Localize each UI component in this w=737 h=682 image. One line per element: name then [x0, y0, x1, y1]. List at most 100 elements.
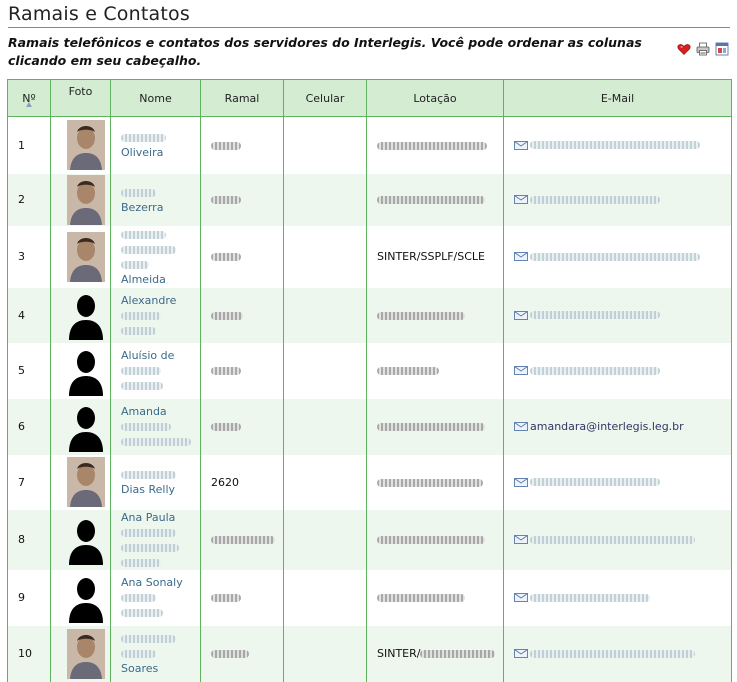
name-line[interactable]: Oliveira [121, 145, 200, 160]
redacted-text [530, 141, 700, 150]
name-line[interactable] [121, 242, 200, 257]
row-number: 9 [18, 591, 25, 604]
avatar [66, 120, 105, 171]
print-icon[interactable] [696, 42, 710, 56]
column-header-nome[interactable]: Nome [110, 79, 201, 117]
cell-celular [283, 569, 367, 626]
name-line[interactable]: Dias Relly [121, 482, 200, 497]
email-link[interactable] [514, 195, 731, 204]
favorite-icon[interactable] [677, 42, 691, 56]
cell-foto [50, 225, 111, 288]
row-number: 3 [18, 250, 25, 263]
redacted-text [121, 382, 163, 390]
table-row: 2 Bezerra [7, 173, 732, 226]
column-header-celular[interactable]: Celular [283, 79, 367, 117]
email-link[interactable] [514, 535, 731, 544]
fullscreen-icon[interactable] [715, 42, 729, 56]
cell-celular [283, 509, 367, 570]
cell-ramal [200, 398, 284, 455]
avatar-silhouette [68, 519, 103, 565]
email-link[interactable] [514, 252, 731, 261]
name-line[interactable] [121, 631, 200, 646]
redacted-text [211, 367, 241, 375]
name-line[interactable] [121, 590, 200, 605]
name-line[interactable] [121, 467, 200, 482]
name-line[interactable] [121, 130, 200, 145]
name-line[interactable]: Ana Paula [121, 510, 200, 525]
mail-icon [514, 195, 528, 204]
name-line[interactable] [121, 605, 200, 620]
cell-email [503, 116, 732, 174]
name-line[interactable] [121, 185, 200, 200]
name-line[interactable] [121, 257, 200, 272]
name-line[interactable] [121, 323, 200, 338]
row-number: 2 [18, 193, 25, 206]
mail-icon [514, 366, 528, 375]
redacted-text [377, 536, 485, 544]
redacted-text [377, 367, 439, 375]
redacted-text [530, 593, 650, 602]
name-line[interactable] [121, 308, 200, 323]
cell-foto [50, 509, 111, 570]
name-line[interactable]: Ana Sonaly [121, 575, 200, 590]
contacts-table: Nº Foto Nome Ramal Celular Lotação E-Mai… [7, 79, 732, 682]
mail-icon [514, 535, 528, 544]
cell-email [503, 287, 732, 343]
redacted-text [211, 311, 243, 320]
avatar [66, 457, 105, 507]
cell-nome: Oliveira [110, 116, 201, 174]
name-line[interactable] [121, 419, 200, 434]
redacted-text [530, 252, 700, 261]
redacted-text [211, 196, 241, 204]
cell-nome: Ana Paula [110, 509, 201, 570]
cell-foto [50, 569, 111, 626]
column-header-foto[interactable]: Foto [50, 79, 111, 117]
cell-foto [50, 116, 111, 174]
email-link[interactable] [514, 593, 731, 602]
email-link[interactable] [514, 649, 731, 658]
name-line[interactable]: Amanda [121, 404, 200, 419]
name-line[interactable] [121, 378, 200, 393]
page: Ramais e Contatos Ramais telefônicos e c… [0, 0, 737, 682]
name-line[interactable] [121, 540, 200, 555]
cell-nome: Amanda [110, 398, 201, 455]
header-row: Nº Foto Nome Ramal Celular Lotação E-Mai… [7, 79, 732, 117]
column-header-lotacao[interactable]: Lotação [366, 79, 504, 117]
email-link[interactable]: amandara@interlegis.leg.br [514, 420, 731, 433]
cell-celular [283, 454, 367, 510]
mail-icon [514, 649, 528, 658]
redacted-text [121, 245, 176, 254]
cell-num: 4 [7, 287, 51, 343]
cell-email [503, 173, 732, 226]
email-link[interactable] [514, 140, 731, 150]
avatar-silhouette [68, 295, 103, 340]
document-actions [677, 42, 729, 56]
name-line[interactable] [121, 227, 200, 242]
page-description: Ramais telefônicos e contatos dos servid… [8, 35, 642, 68]
name-line[interactable] [121, 363, 200, 378]
redacted-text [121, 367, 161, 375]
cell-lotacao [366, 454, 504, 510]
mail-icon [514, 477, 528, 487]
column-header-num[interactable]: Nº [7, 79, 51, 117]
redacted-text [377, 311, 465, 320]
name-line[interactable]: Bezerra [121, 200, 200, 215]
mail-icon [514, 252, 528, 261]
email-text[interactable]: amandara@interlegis.leg.br [530, 420, 684, 433]
email-link[interactable] [514, 477, 731, 487]
name-line[interactable]: Aluísio de [121, 348, 200, 363]
name-line[interactable] [121, 646, 200, 661]
name-line[interactable]: Almeida [121, 272, 200, 287]
column-header-email[interactable]: E-Mail [503, 79, 732, 117]
column-header-ramal[interactable]: Ramal [200, 79, 284, 117]
redacted-text [530, 649, 695, 658]
email-link[interactable] [514, 310, 731, 320]
name-line[interactable]: Alexandre [121, 293, 200, 308]
name-line[interactable] [121, 555, 200, 570]
name-line[interactable]: Soares [121, 661, 200, 676]
cell-email [503, 625, 732, 682]
name-line[interactable] [121, 525, 200, 540]
name-line[interactable] [121, 434, 200, 449]
redacted-text [377, 141, 487, 150]
email-link[interactable] [514, 366, 731, 375]
